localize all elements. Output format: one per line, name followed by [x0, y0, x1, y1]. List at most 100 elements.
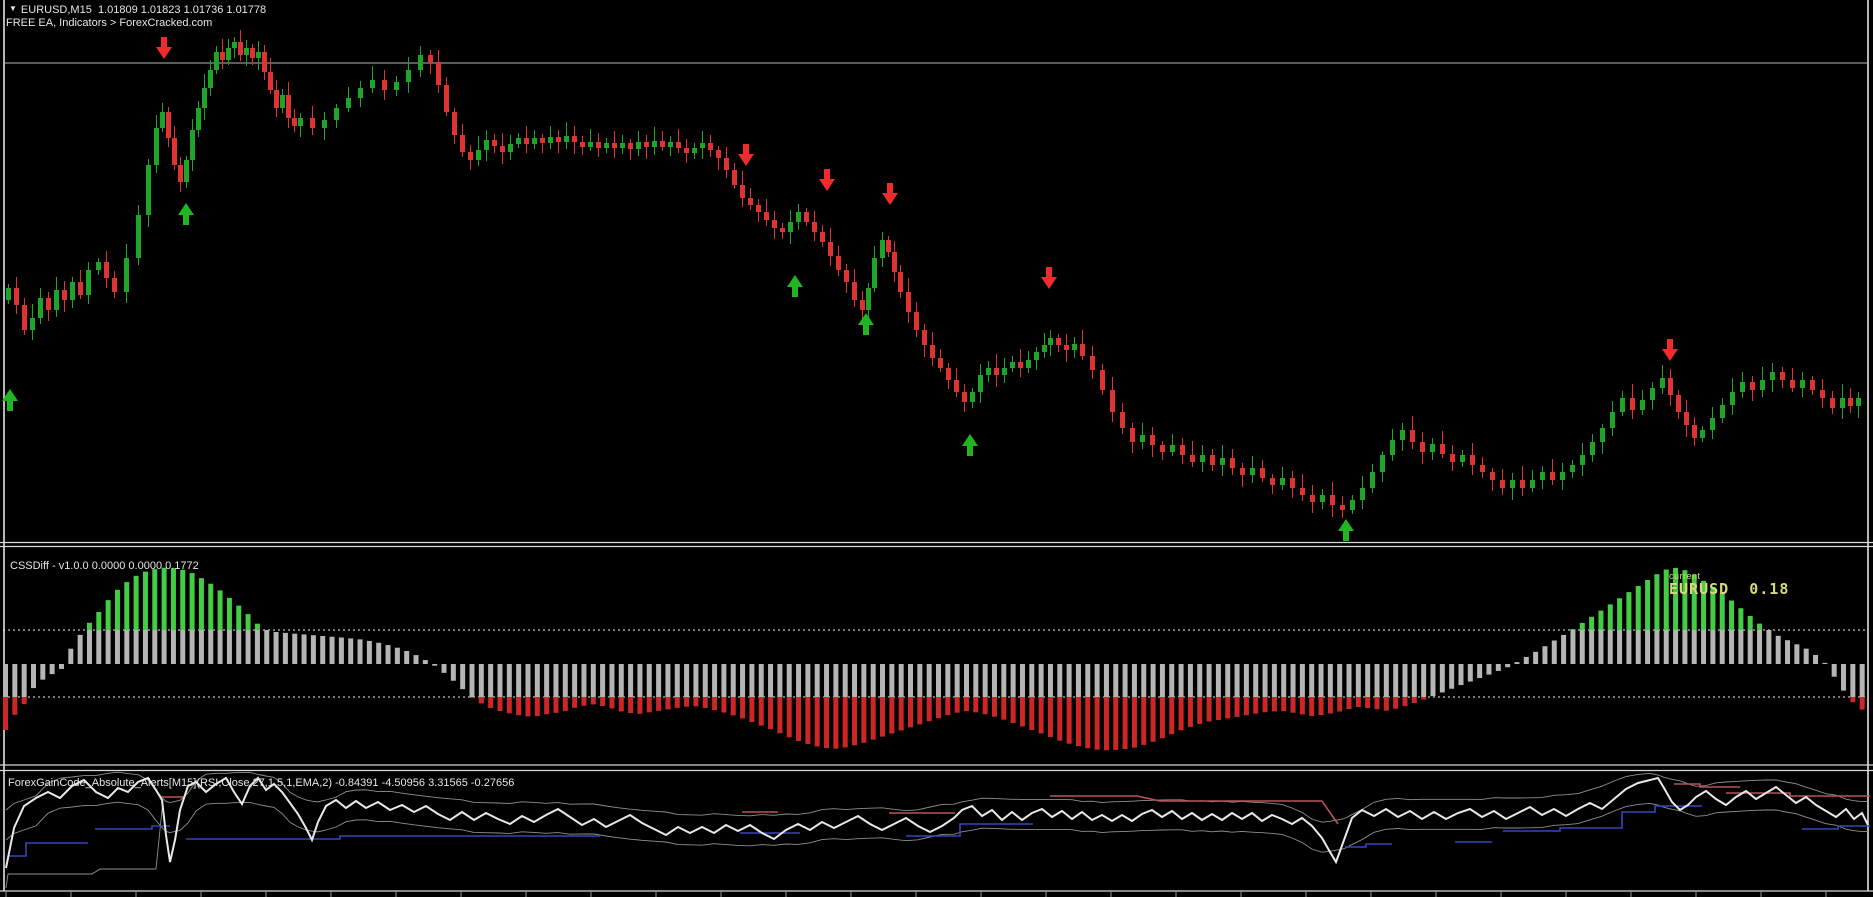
histogram-bar: [805, 664, 811, 697]
bear-candle: [238, 42, 243, 55]
bear-candle: [468, 152, 473, 160]
buy-arrow-icon: [787, 275, 803, 297]
bear-candle: [1440, 444, 1445, 454]
chart-canvas[interactable]: [0, 0, 1873, 897]
histogram-bar: [730, 664, 736, 697]
histogram-bar: [1010, 697, 1016, 723]
bear-candle: [1330, 495, 1335, 505]
histogram-bar: [105, 600, 111, 630]
histogram-bar: [152, 569, 158, 630]
bull-candle: [1580, 455, 1585, 465]
buy-arrow-icon: [858, 313, 874, 335]
bear-candle: [748, 198, 753, 205]
histogram-bar: [842, 664, 848, 697]
histogram-bar: [991, 697, 997, 717]
bull-candle: [38, 298, 43, 318]
histogram-bar: [572, 664, 578, 697]
histogram-bar: [1094, 664, 1100, 697]
histogram-bar: [973, 697, 979, 713]
histogram-bar: [469, 664, 475, 697]
bull-candle: [1170, 445, 1175, 452]
symbol-ohlc-text: EURUSD,M15 1.01809 1.01823 1.01736 1.017…: [20, 4, 267, 16]
bear-candle: [828, 242, 833, 256]
histogram-bar: [572, 697, 578, 708]
histogram-bar: [413, 655, 419, 664]
histogram-bar: [226, 597, 232, 630]
histogram-bar: [1421, 664, 1427, 697]
histogram-bar: [329, 636, 335, 664]
oscillator-lines[interactable]: [5, 771, 1870, 889]
histogram-bar: [1486, 664, 1492, 675]
histogram-bar: [142, 630, 148, 664]
histogram-bar: [1150, 697, 1156, 742]
histogram-bar: [1355, 697, 1361, 707]
histogram-bar: [609, 664, 615, 697]
bear-candle: [922, 330, 927, 345]
bull-candle: [508, 144, 513, 152]
histogram-bar: [1421, 697, 1427, 700]
sell-arrow-icon: [882, 183, 898, 205]
histogram-bar: [963, 664, 969, 697]
histogram-bar: [1383, 664, 1389, 697]
bull-candle: [788, 222, 793, 232]
histogram-bar: [1617, 630, 1623, 664]
bear-candle: [1018, 362, 1023, 368]
histogram-bar: [1626, 630, 1632, 664]
bull-candle: [1840, 398, 1845, 408]
bull-candle: [1560, 472, 1565, 480]
histogram-bar: [1159, 664, 1165, 697]
bull-candle: [1390, 440, 1395, 455]
bull-candle: [1400, 430, 1405, 440]
bull-candle: [484, 140, 489, 150]
histogram-bar: [1505, 664, 1511, 668]
histogram-bar: [1579, 630, 1585, 664]
histogram-bar: [40, 664, 46, 680]
bear-candle: [492, 140, 497, 146]
bull-candle: [54, 290, 59, 310]
histogram-bar: [1243, 697, 1249, 716]
cssdiff-histogram[interactable]: [3, 567, 1865, 751]
candlestick-chart[interactable]: [6, 30, 1861, 518]
histogram-bar: [161, 567, 167, 630]
histogram-bar: [394, 647, 400, 664]
histogram-bar: [348, 638, 354, 664]
bull-candle: [298, 118, 303, 126]
bear-candle: [262, 52, 267, 72]
histogram-bar: [1206, 664, 1212, 697]
histogram-bar: [1337, 697, 1343, 712]
histogram-bar: [1449, 664, 1455, 689]
histogram-bar: [684, 697, 690, 707]
bull-candle: [1280, 478, 1285, 485]
bear-candle: [436, 62, 441, 85]
histogram-bar: [236, 605, 242, 630]
histogram-bar: [385, 645, 391, 664]
histogram-bar: [1038, 697, 1044, 734]
time-axis[interactable]: [0, 890, 1873, 897]
bull-candle: [564, 136, 569, 142]
histogram-bar: [693, 697, 699, 707]
histogram-bar: [180, 630, 186, 664]
bull-candle: [636, 142, 641, 149]
histogram-bar: [917, 697, 923, 725]
histogram-bar: [189, 573, 195, 630]
bear-candle: [1210, 455, 1215, 465]
histogram-bar: [1514, 662, 1520, 664]
histogram-bar: [1047, 697, 1053, 738]
sell-arrow-icon: [819, 169, 835, 191]
bull-candle: [334, 108, 339, 120]
bear-candle: [898, 272, 903, 292]
histogram-bar: [366, 640, 372, 664]
histogram-bar: [1589, 616, 1595, 630]
bear-candle: [556, 137, 561, 142]
bull-candle: [872, 258, 877, 288]
bear-candle: [286, 95, 291, 118]
symbol-dropdown-icon[interactable]: ▼: [9, 4, 17, 13]
histogram-bar: [926, 664, 932, 697]
bear-candle: [820, 232, 825, 242]
bull-candle: [1072, 344, 1077, 350]
histogram-bar: [1038, 664, 1044, 697]
bull-candle: [978, 375, 983, 392]
bull-candle: [1430, 444, 1435, 452]
histogram-bar: [1290, 697, 1296, 713]
histogram-bar: [1374, 664, 1380, 697]
